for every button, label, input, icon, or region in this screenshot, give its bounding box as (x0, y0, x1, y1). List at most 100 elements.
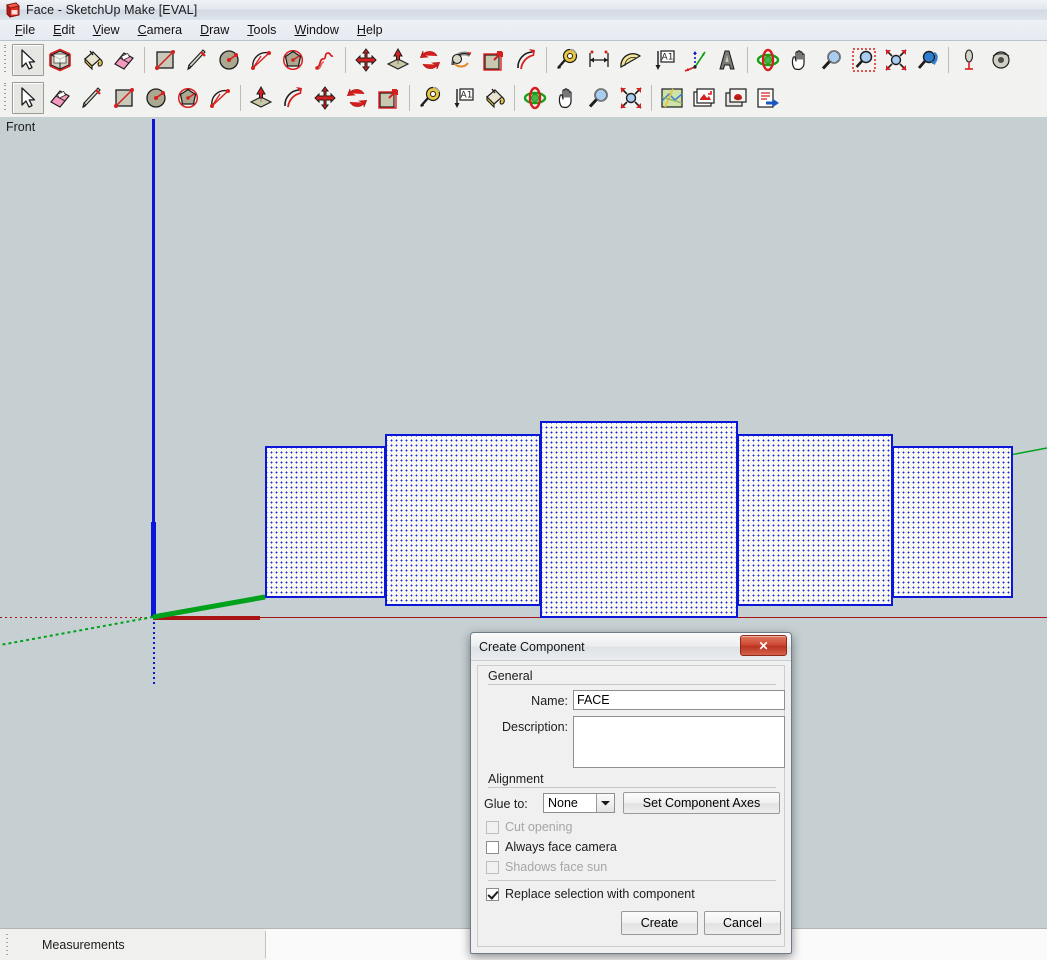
face-3[interactable] (540, 421, 738, 618)
scale-icon (376, 85, 402, 111)
toolbar-button-zoom[interactable] (583, 82, 615, 114)
menu-item-view[interactable]: View (84, 21, 129, 39)
toolbar-button-scale[interactable] (373, 82, 405, 114)
orbit-icon (755, 47, 781, 73)
pan-hand-icon (554, 85, 580, 111)
toolbar-button-freehand[interactable] (309, 44, 341, 76)
toolbar-button-follow-me[interactable] (446, 44, 478, 76)
menu-item-help[interactable]: Help (348, 21, 392, 39)
toolbar-button-tape-measure[interactable] (551, 44, 583, 76)
rotate-icon (417, 47, 443, 73)
cut-opening-label: Cut opening (505, 820, 573, 834)
toolbar-button-position-camera[interactable] (953, 44, 985, 76)
toolbar-button-paint-bucket[interactable] (76, 44, 108, 76)
toolbar-button-text-label[interactable]: A1 (446, 82, 478, 114)
rectangle-icon (152, 47, 178, 73)
toolbar-button-circle[interactable] (140, 82, 172, 114)
toolbar-button-circle[interactable] (213, 44, 245, 76)
toolbar-button-select-arrow[interactable] (12, 44, 44, 76)
photo-texture-icon (691, 85, 717, 111)
toolbar-button-eraser[interactable] (108, 44, 140, 76)
checkbox-replace-selection[interactable]: Replace selection with component (486, 887, 695, 901)
menu-item-camera[interactable]: Camera (129, 21, 191, 39)
toolbar-button-zoom-extents[interactable] (880, 44, 912, 76)
toolbar-button-offset[interactable] (510, 44, 542, 76)
menu-item-file[interactable]: File (6, 21, 44, 39)
toolbar-button-line-pencil[interactable] (76, 82, 108, 114)
toolbar-button-3d-warehouse[interactable] (720, 82, 752, 114)
toolbar-button-push-pull[interactable] (245, 82, 277, 114)
look-around-icon (988, 47, 1014, 73)
toolbar-button-rectangle[interactable] (108, 82, 140, 114)
toolbar-button-polygon[interactable] (172, 82, 204, 114)
paint-bucket-icon (79, 47, 105, 73)
menu-bar[interactable]: File Edit View Camera Draw Tools Window Help (0, 20, 1047, 41)
toolbar-button-text-label[interactable]: A1 (647, 44, 679, 76)
toolbar-button-offset[interactable] (277, 82, 309, 114)
toolbar-button-push-pull[interactable] (382, 44, 414, 76)
checkbox-always-face-camera[interactable]: Always face camera (486, 840, 617, 854)
toolbar-button-move[interactable] (309, 82, 341, 114)
toolbar-getting-started[interactable]: A1 (0, 79, 1047, 118)
toolbar-button-rotate[interactable] (414, 44, 446, 76)
toolbar-separator (409, 85, 410, 111)
toolbar-button-protractor[interactable] (615, 44, 647, 76)
title-bar: Face - SketchUp Make [EVAL] (0, 0, 1047, 21)
toolbar-button-move[interactable] (350, 44, 382, 76)
close-icon[interactable]: ✕ (740, 635, 787, 656)
toolbar-button-dimension[interactable] (583, 44, 615, 76)
chevron-down-icon[interactable] (596, 794, 614, 812)
toolbar-button-share-model[interactable] (752, 82, 784, 114)
face-4[interactable] (737, 434, 893, 606)
toolbar-button-3d-text[interactable] (711, 44, 743, 76)
replace-selection-checkbox[interactable] (486, 887, 499, 901)
always-face-camera-checkbox[interactable] (486, 840, 499, 854)
toolbar-button-arc[interactable] (245, 44, 277, 76)
menu-item-draw[interactable]: Draw (191, 21, 238, 39)
toolbar-button-photo-texture[interactable] (688, 82, 720, 114)
toolbar-button-make-component[interactable] (44, 44, 76, 76)
toolbar-button-axes[interactable] (679, 44, 711, 76)
general-group-label: General (488, 669, 538, 683)
menu-item-edit[interactable]: Edit (44, 21, 84, 39)
toolbar-button-line-pencil[interactable] (181, 44, 213, 76)
toolbar-button-orbit[interactable] (519, 82, 551, 114)
toolbar-grip[interactable] (1, 45, 10, 75)
face-2[interactable] (385, 434, 541, 606)
toolbar-button-previous-view[interactable] (912, 44, 944, 76)
menu-item-tools[interactable]: Tools (238, 21, 285, 39)
description-input[interactable] (573, 716, 785, 768)
toolbar-button-rectangle[interactable] (149, 44, 181, 76)
toolbar-grip[interactable] (1, 83, 10, 113)
sketchup-logo-icon (5, 2, 21, 18)
glue-to-dropdown[interactable]: None (543, 793, 615, 813)
toolbar-button-select-arrow[interactable] (12, 82, 44, 114)
toolbar-button-zoom-window[interactable] (848, 44, 880, 76)
toolbar-button-pan-hand[interactable] (551, 82, 583, 114)
toolbar-button-zoom[interactable] (816, 44, 848, 76)
tape-measure-icon (554, 47, 580, 73)
toolbar-large-tool-set[interactable]: A1 (0, 41, 1047, 80)
description-field-label: Description: (502, 720, 568, 734)
toolbar-button-paint-bucket[interactable] (478, 82, 510, 114)
cancel-button[interactable]: Cancel (704, 911, 781, 935)
toolbar-button-eraser[interactable] (44, 82, 76, 114)
toolbar-button-pan-hand[interactable] (784, 44, 816, 76)
menu-item-window[interactable]: Window (285, 21, 347, 39)
toolbar-button-scale[interactable] (478, 44, 510, 76)
toolbar-button-rotate[interactable] (341, 82, 373, 114)
toolbar-button-look-around[interactable] (985, 44, 1017, 76)
toolbar-button-add-location[interactable] (656, 82, 688, 114)
toolbar-button-orbit[interactable] (752, 44, 784, 76)
name-input[interactable] (573, 690, 785, 710)
face-1[interactable] (265, 446, 386, 598)
face-5[interactable] (892, 446, 1013, 598)
push-pull-icon (248, 85, 274, 111)
set-component-axes-button[interactable]: Set Component Axes (623, 792, 780, 814)
line-pencil-icon (79, 85, 105, 111)
create-button[interactable]: Create (621, 911, 698, 935)
toolbar-button-tape-measure[interactable] (414, 82, 446, 114)
toolbar-button-polygon[interactable] (277, 44, 309, 76)
toolbar-button-arc[interactable] (204, 82, 236, 114)
toolbar-button-zoom-extents[interactable] (615, 82, 647, 114)
